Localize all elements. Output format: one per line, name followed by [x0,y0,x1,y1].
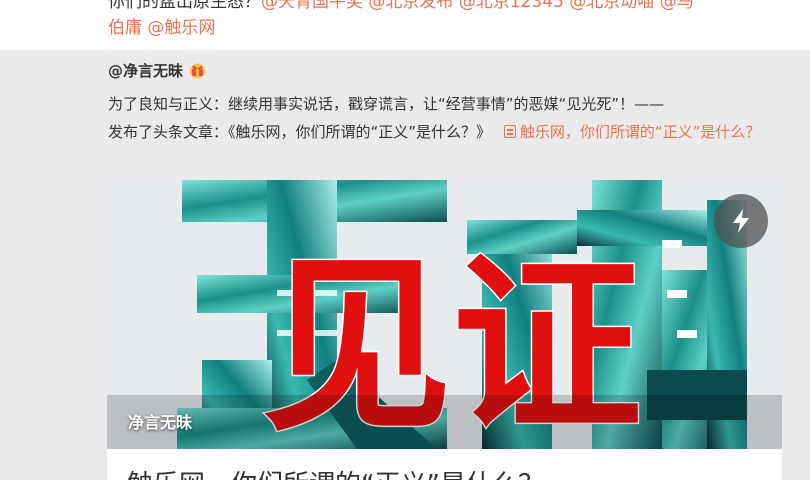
previous-post-card: 你们的盆出原生态？@天青国平奖 @北京发布 @北京12345 @北京动喵 @马 … [0,0,810,50]
article-link-icon [503,125,516,138]
article-link[interactable]: 触乐网，你们所谓的“正义”是什么？ [520,123,761,141]
author-name[interactable]: @净言无昧 [108,60,183,81]
article-cover-image[interactable]: 见证 净言无昧 [107,180,782,449]
article-title[interactable]: 触乐网，你们所谓的“正义”是什么？ [127,464,544,480]
mention-chuleweb[interactable]: @触乐网 [147,18,215,38]
repost-body: 为了良知与正义：继续用事实说话，戳穿谎言，让“经营事情”的恶媒“见光死”！—— … [108,90,778,146]
repost-line2-prefix: 发布了头条文章：《触乐网，你们所谓的“正义”是什么？》 [108,123,492,141]
cover-caption: 净言无昧 [128,413,193,432]
repost-line1: 为了良知与正义：继续用事实说话，戳穿谎言，让“经营事情”的恶媒“见光死”！—— [108,95,665,113]
mention-list[interactable]: @天青国平奖 @北京发布 @北京12345 @北京动喵 @马 [261,0,694,12]
repost-line2: 发布了头条文章：《触乐网，你们所谓的“正义”是什么？》 触乐网，你们所谓的“正义… [108,118,778,146]
vip-badge-icon [188,62,207,79]
mention-boyong[interactable]: 伯庸 [108,18,142,38]
flash-button[interactable] [714,194,768,248]
article-card[interactable]: 见证 净言无昧 触乐网，你们所谓的“正义”是什么？ [107,180,782,480]
repost-author[interactable]: @净言无昧 [108,60,207,81]
cover-artwork: 见证 [107,180,782,449]
previous-post-prefix: 你们的盆出原生态？ [108,0,261,12]
lightning-icon [733,209,749,233]
previous-post-line2: 伯庸 @触乐网 [108,14,215,42]
